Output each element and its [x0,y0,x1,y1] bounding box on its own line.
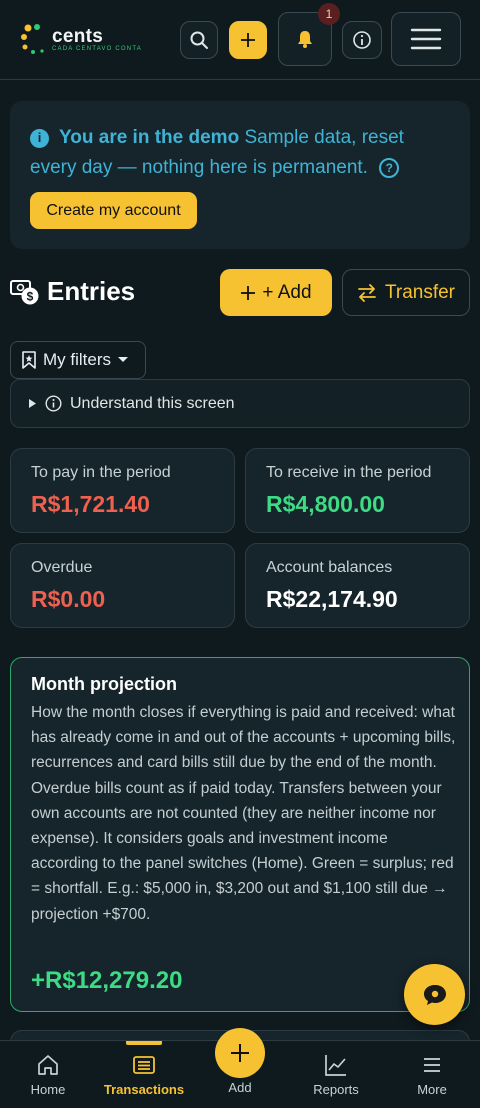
my-filters-dropdown[interactable]: My filters [10,341,146,379]
to-receive-label: To receive in the period [266,464,432,481]
projection-description: How the month closes if everything is pa… [31,704,456,923]
overdue-card[interactable]: Overdue R$0.00 [10,543,235,628]
page-title: Entries [47,276,136,306]
chart-icon [325,1055,346,1076]
quick-add-button[interactable] [229,21,267,59]
money-entries-icon: $ [10,280,39,305]
top-bar: cents CADA CENTAVO CONTA 1 [0,0,480,80]
create-account-button[interactable]: Create my account [30,192,197,229]
to-receive-card[interactable]: To receive in the period R$4,800.00 [245,448,470,533]
demo-banner: i You are in the demo Sample data, reset … [10,101,470,249]
to-receive-value: R$4,800.00 [266,491,385,517]
projection-value: +R$12,279.20 [31,967,183,994]
to-pay-label: To pay in the period [31,464,171,481]
understand-label: Understand this screen [70,394,235,412]
plus-icon [241,33,255,47]
month-projection-card: Month projection How the month closes if… [10,657,470,1012]
info-icon [45,395,62,412]
menu-icon [424,1058,440,1072]
nav-home[interactable]: Home [0,1041,96,1108]
help-icon[interactable]: ? [379,158,400,178]
transfer-arrows-icon [358,283,376,302]
menu-button[interactable] [391,12,461,66]
nav-reports[interactable]: Reports [288,1041,384,1108]
understand-screen-toggle[interactable]: Understand this screen [10,379,470,428]
brand-name: cents [52,26,104,47]
notification-badge: 1 [318,3,340,25]
info-icon [353,31,371,49]
brand-tagline: CADA CENTAVO CONTA [52,46,142,52]
bookmark-icon [22,351,36,369]
nav-reports-label: Reports [313,1082,359,1097]
overdue-value: R$0.00 [31,586,106,612]
nav-transactions[interactable]: Transactions [96,1041,192,1108]
to-pay-value: R$1,721.40 [31,491,150,517]
chat-bubble-icon [423,984,446,1005]
info-button[interactable] [342,21,382,59]
nav-transactions-label: Transactions [103,1082,185,1097]
chat-button[interactable] [404,964,465,1025]
account-balances-label: Account balances [266,559,393,576]
nav-more[interactable]: More [384,1041,480,1108]
bell-icon [298,31,312,48]
demo-title: You are in the demo [59,127,240,148]
logo[interactable]: cents CADA CENTAVO CONTA [20,22,150,58]
svg-text:$: $ [27,290,34,304]
add-entry-button[interactable]: + Add [220,269,332,316]
nav-home-label: Home [30,1082,66,1097]
account-balances-card[interactable]: Account balances R$22,174.90 [245,543,470,628]
projection-title: Month projection [31,674,177,694]
nav-more-label: More [417,1082,447,1097]
add-entry-label: + Add [262,281,312,303]
transfer-button[interactable]: Transfer [342,269,470,316]
plus-icon [231,1044,249,1062]
account-balances-value: R$22,174.90 [266,586,398,612]
hamburger-icon [410,28,442,50]
logo-dots-icon [21,24,44,54]
receipt-list-icon [133,1056,155,1074]
to-pay-card[interactable]: To pay in the period R$1,721.40 [10,448,235,533]
triangle-right-icon [29,399,36,408]
info-circle-icon: i [30,128,49,148]
filters-label: My filters [43,350,111,369]
plus-icon [241,285,256,300]
caret-down-icon [118,357,128,362]
search-icon [190,31,208,49]
transfer-label: Transfer [384,281,456,303]
home-icon [38,1055,58,1075]
nav-add-label: Add [228,1080,252,1095]
nav-add-fab[interactable] [215,1028,265,1078]
overdue-label: Overdue [31,559,93,576]
demo-message: i You are in the demo Sample data, reset … [30,123,430,183]
search-button[interactable] [180,21,218,59]
